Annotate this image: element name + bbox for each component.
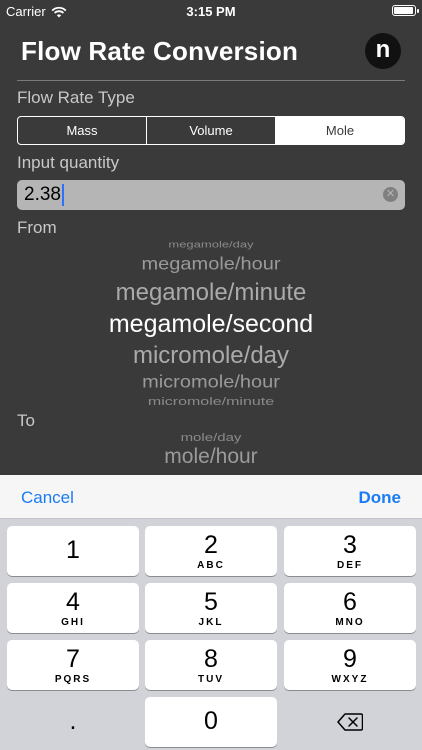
- key-2[interactable]: 2 ABC: [145, 526, 277, 576]
- done-button[interactable]: Done: [359, 488, 402, 508]
- picker-row[interactable]: megamole/day: [0, 239, 422, 250]
- key-digit: .: [69, 707, 77, 735]
- picker-row[interactable]: mole/day: [0, 431, 422, 444]
- key-8[interactable]: 8 TUV: [145, 640, 277, 690]
- status-time: 3:15 PM: [186, 4, 236, 19]
- key-digit: 6: [343, 588, 357, 616]
- segment-volume[interactable]: Volume: [146, 117, 275, 144]
- key-5[interactable]: 5 JKL: [145, 583, 277, 633]
- key-digit: 0: [204, 707, 218, 735]
- key-digit: 9: [343, 645, 357, 673]
- clear-icon[interactable]: ✕: [383, 187, 398, 202]
- from-unit-picker[interactable]: megamole/day megamole/hour megamole/minu…: [0, 236, 422, 406]
- quantity-input[interactable]: 2.38 ✕: [17, 180, 405, 210]
- key-letters: JKL: [198, 617, 224, 628]
- delete-button[interactable]: [284, 697, 416, 747]
- key-9[interactable]: 9 WXYZ: [284, 640, 416, 690]
- key-6[interactable]: 6 MNO: [284, 583, 416, 633]
- key-letters: GHI: [61, 617, 85, 628]
- page-title: Flow Rate Conversion: [21, 36, 299, 66]
- key-letters: PQRS: [54, 674, 92, 685]
- key-digit: 2: [204, 531, 218, 559]
- picker-row[interactable]: micromole/hour: [0, 372, 422, 392]
- key-digit: 8: [204, 645, 218, 673]
- key-1[interactable]: 1: [7, 526, 139, 576]
- from-label: From: [17, 218, 57, 237]
- segment-mole[interactable]: Mole: [275, 117, 404, 144]
- key-0[interactable]: 0: [145, 697, 277, 747]
- picker-row[interactable]: mole/hour: [0, 445, 422, 469]
- picker-row[interactable]: megamole/hour: [0, 254, 422, 274]
- key-digit: 4: [66, 588, 80, 616]
- status-bar: Carrier 3:15 PM: [0, 0, 422, 22]
- backspace-icon: [337, 713, 363, 731]
- input-quantity-label: Input quantity: [17, 153, 120, 172]
- segment-mass[interactable]: Mass: [18, 117, 146, 144]
- picker-row-selected[interactable]: megamole/second: [0, 310, 422, 339]
- key-7[interactable]: 7 PQRS: [7, 640, 139, 690]
- to-unit-picker[interactable]: mole/day mole/hour: [0, 428, 422, 474]
- text-caret: [61, 184, 64, 206]
- key-digit: 7: [66, 645, 80, 673]
- flow-type-segmented-control: Mass Volume Mole: [17, 116, 405, 145]
- numeric-keyboard: Cancel Done 1 2 ABC 3 DEF 4 GHI 5 JKL 6 MNO 7…: [0, 475, 422, 750]
- key-decimal[interactable]: .: [7, 697, 139, 747]
- picker-row[interactable]: megamole/minute: [0, 279, 422, 307]
- keyboard-toolbar: Cancel Done: [0, 475, 422, 519]
- key-letters: TUV: [198, 674, 224, 685]
- key-digit: 5: [204, 588, 218, 616]
- flow-type-label: Flow Rate Type: [17, 88, 135, 107]
- key-letters: ABC: [197, 560, 225, 571]
- picker-row[interactable]: micromole/minute: [0, 396, 422, 406]
- key-digit: 3: [343, 531, 357, 559]
- battery-icon: [392, 5, 419, 16]
- key-letters: WXYZ: [331, 674, 369, 685]
- app-logo[interactable]: n: [365, 33, 401, 69]
- key-letters: DEF: [337, 560, 363, 571]
- key-4[interactable]: 4 GHI: [7, 583, 139, 633]
- key-digit: 1: [66, 536, 80, 564]
- header-divider: [17, 80, 405, 81]
- picker-row[interactable]: micromole/day: [0, 342, 422, 370]
- key-letters: MNO: [335, 617, 365, 628]
- key-3[interactable]: 3 DEF: [284, 526, 416, 576]
- quantity-value: 2.38: [24, 184, 61, 205]
- cancel-button[interactable]: Cancel: [21, 488, 74, 508]
